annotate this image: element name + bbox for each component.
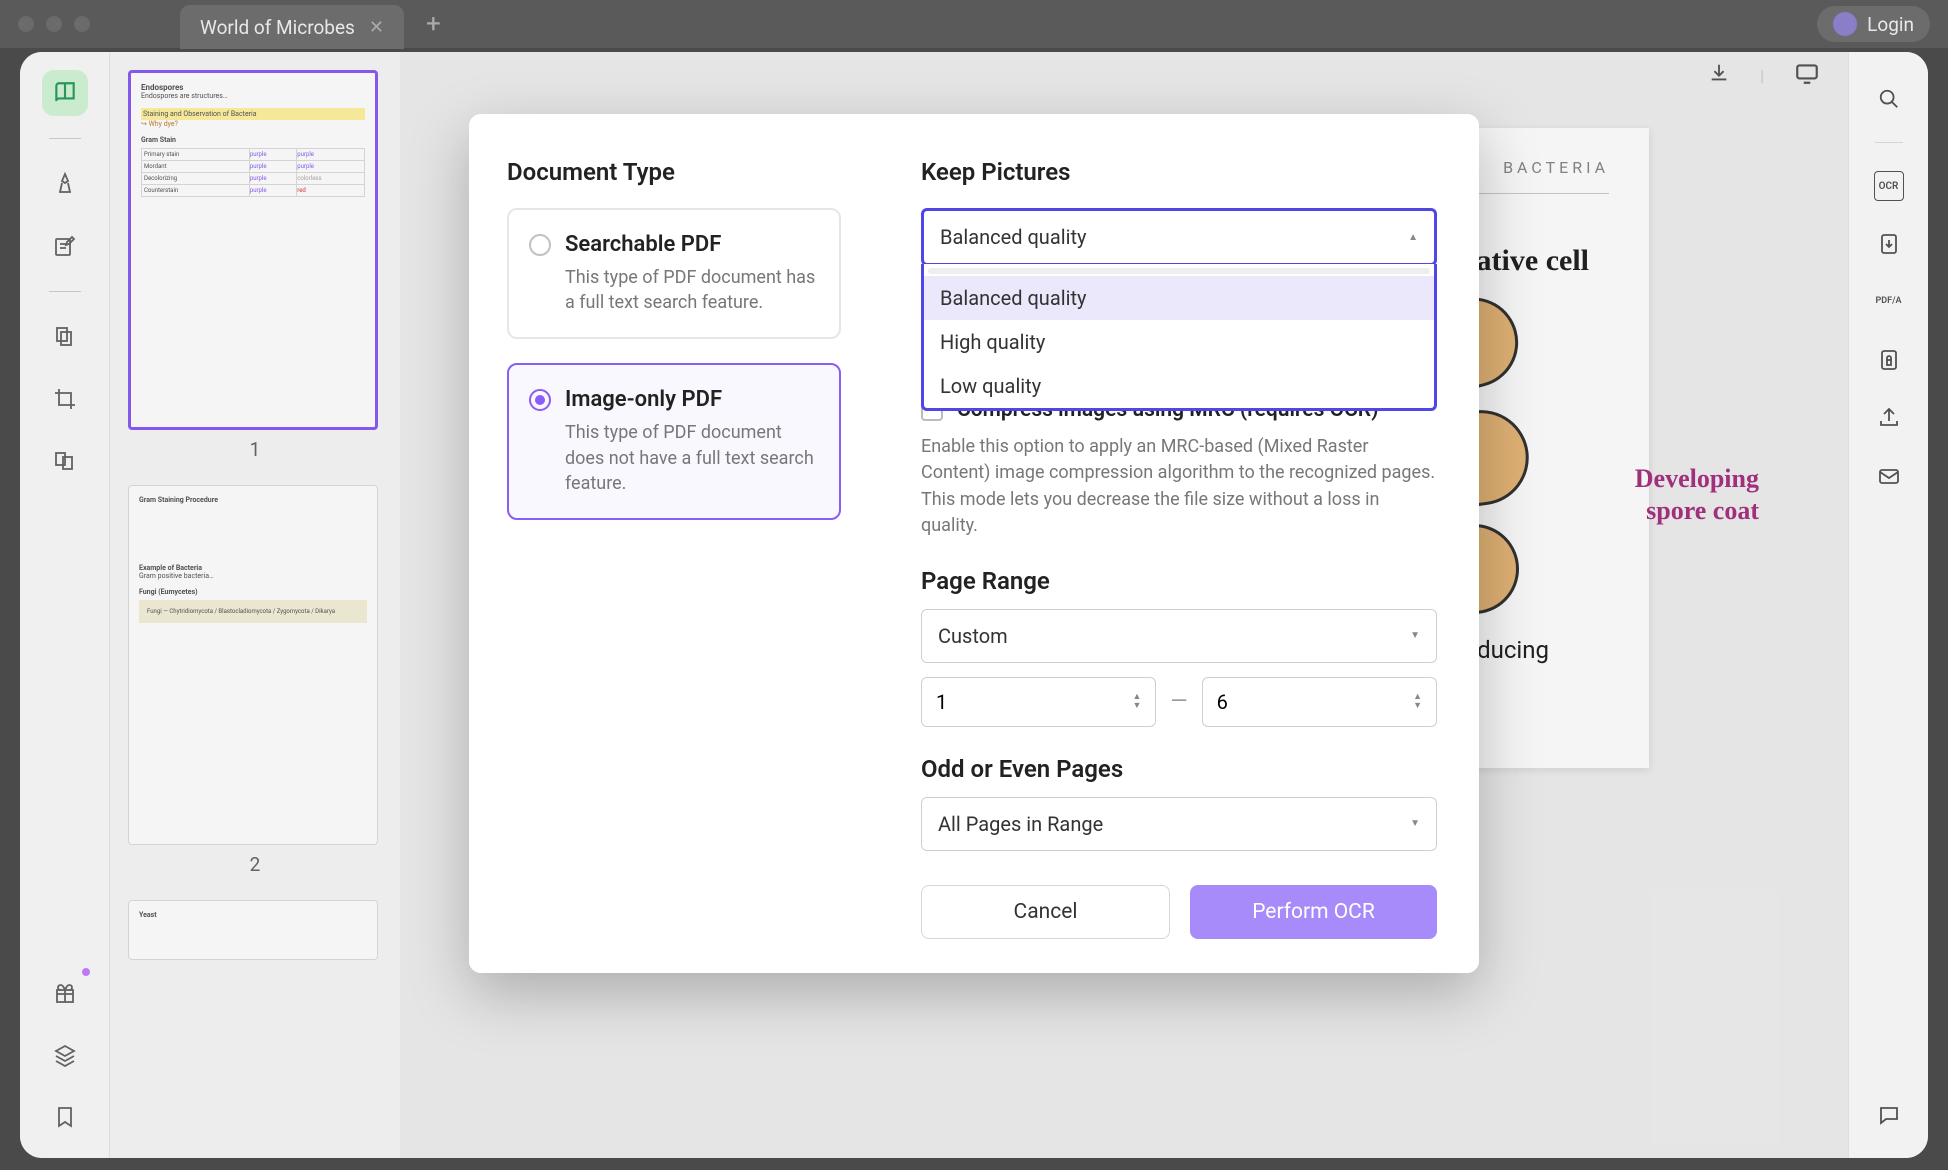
chevron-down-icon: ▼ bbox=[1410, 630, 1420, 641]
stepper-down-icon[interactable]: ▼ bbox=[1413, 702, 1422, 711]
chevron-up-icon: ▲ bbox=[1408, 232, 1418, 243]
login-label: Login bbox=[1867, 13, 1914, 36]
document-type-label: Document Type bbox=[507, 158, 841, 186]
page-range-label: Page Range bbox=[921, 567, 1437, 595]
page-range-mode-select[interactable]: Custom ▼ bbox=[921, 609, 1437, 663]
close-tab-icon[interactable]: ✕ bbox=[369, 17, 384, 38]
titlebar: World of Microbes ✕ + Login bbox=[0, 0, 1948, 48]
keep-pictures-label: Keep Pictures bbox=[921, 158, 1437, 186]
close-window-button[interactable] bbox=[18, 16, 34, 32]
quality-selected-value: Balanced quality bbox=[940, 225, 1086, 249]
range-from-value: 1 bbox=[936, 690, 947, 714]
range-to-input[interactable]: 6 ▲▼ bbox=[1202, 677, 1437, 727]
tab-title: World of Microbes bbox=[200, 16, 355, 39]
image-only-pdf-option[interactable]: Image-only PDF This type of PDF document… bbox=[507, 363, 841, 520]
window-controls bbox=[18, 16, 90, 32]
range-separator: — bbox=[1170, 689, 1187, 714]
avatar-icon bbox=[1833, 12, 1857, 36]
image-only-pdf-title: Image-only PDF bbox=[565, 387, 819, 412]
chevron-down-icon: ▼ bbox=[1410, 818, 1420, 829]
odd-even-value: All Pages in Range bbox=[938, 812, 1103, 836]
searchable-pdf-option[interactable]: Searchable PDF This type of PDF document… bbox=[507, 208, 841, 339]
login-button[interactable]: Login bbox=[1817, 6, 1930, 42]
perform-ocr-button[interactable]: Perform OCR bbox=[1190, 885, 1437, 939]
searchable-pdf-desc: This type of PDF document has a full tex… bbox=[565, 265, 819, 315]
add-tab-button[interactable]: + bbox=[426, 9, 441, 39]
ocr-dialog-overlay: Document Type Searchable PDF This type o… bbox=[20, 52, 1928, 1158]
quality-option-balanced[interactable]: Balanced quality bbox=[924, 276, 1434, 320]
cancel-button[interactable]: Cancel bbox=[921, 885, 1170, 939]
maximize-window-button[interactable] bbox=[74, 16, 90, 32]
document-tab[interactable]: World of Microbes ✕ bbox=[180, 5, 404, 49]
page-range-mode-value: Custom bbox=[938, 624, 1008, 648]
quality-dropdown: Balanced quality High quality Low qualit… bbox=[921, 264, 1437, 411]
stepper-down-icon[interactable]: ▼ bbox=[1132, 702, 1141, 711]
odd-even-label: Odd or Even Pages bbox=[921, 755, 1437, 783]
odd-even-select[interactable]: All Pages in Range ▼ bbox=[921, 797, 1437, 851]
range-to-value: 6 bbox=[1217, 690, 1228, 714]
searchable-pdf-title: Searchable PDF bbox=[565, 232, 819, 257]
quality-option-low[interactable]: Low quality bbox=[924, 364, 1434, 408]
range-from-input[interactable]: 1 ▲▼ bbox=[921, 677, 1156, 727]
radio-icon bbox=[529, 234, 551, 256]
image-only-pdf-desc: This type of PDF document does not have … bbox=[565, 420, 819, 496]
quality-option-high[interactable]: High quality bbox=[924, 320, 1434, 364]
radio-icon bbox=[529, 389, 551, 411]
workspace: Endospores Endospores are structures… St… bbox=[20, 52, 1928, 1158]
mrc-description: Enable this option to apply an MRC-based… bbox=[921, 434, 1437, 538]
minimize-window-button[interactable] bbox=[46, 16, 62, 32]
ocr-dialog: Document Type Searchable PDF This type o… bbox=[469, 114, 1479, 973]
quality-select[interactable]: Balanced quality ▲ bbox=[921, 208, 1437, 266]
